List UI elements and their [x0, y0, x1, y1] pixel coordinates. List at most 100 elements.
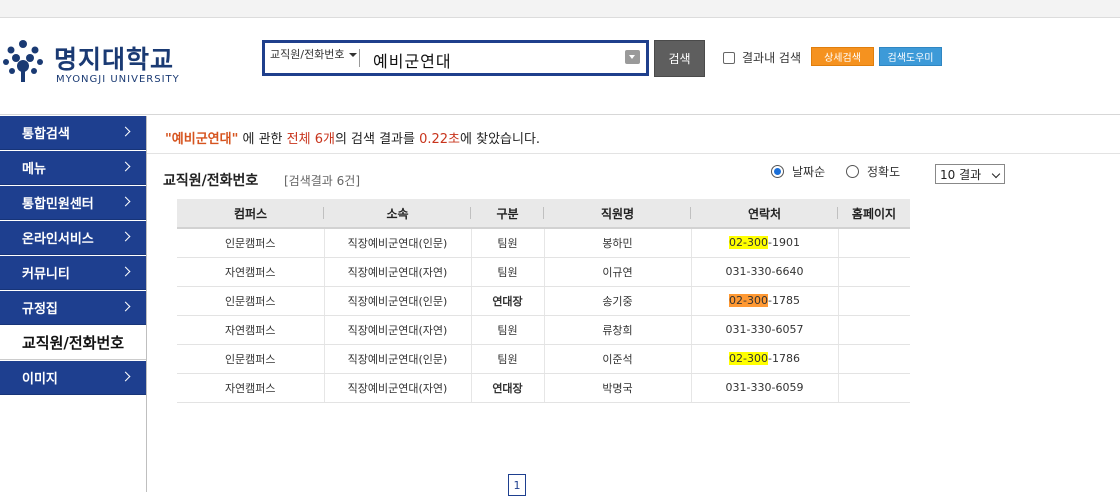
sidebar-item-staff-phone[interactable]: 교직원/전화번호	[0, 326, 146, 360]
cell-dept: 직장예비군연대(인문)	[323, 344, 471, 374]
sort-option-date[interactable]: 날짜순	[771, 163, 825, 180]
cell-dept: 직장예비군연대(자연)	[323, 257, 471, 287]
summary-time: 0.22초	[419, 132, 461, 147]
col-campus: 컴퍼스	[177, 199, 324, 229]
sidebar-item-label: 이미지	[22, 372, 58, 387]
mju-emblem-icon	[3, 40, 43, 82]
cell-role: 팀원	[470, 315, 544, 345]
cell-homepage	[837, 228, 910, 258]
page-size-select[interactable]: 10 결과	[935, 164, 1005, 184]
cell-name: 이규연	[543, 257, 691, 287]
cell-name: 송기중	[543, 286, 691, 316]
cell-phone: 02-300-1785	[690, 286, 838, 316]
sidebar-item-civil-service[interactable]: 통합민원센터	[0, 186, 146, 220]
in-results-checkbox[interactable]	[723, 51, 735, 64]
cell-homepage	[837, 373, 910, 403]
sidebar-item-integrated-search[interactable]: 통합검색	[0, 116, 146, 150]
chevron-right-icon	[120, 196, 131, 207]
cell-role: 팀원	[470, 257, 544, 287]
phone-highlight: 02-300	[729, 236, 768, 250]
table-row: 인문캠퍼스 직장예비군연대(인문) 팀원 이준석 02-300-1786	[177, 344, 910, 374]
sidebar: 통합검색 메뉴 통합민원센터 온라인서비스 커뮤니티 규정집 교직원/전화번호 …	[0, 116, 147, 492]
sidebar-item-community[interactable]: 커뮤니티	[0, 256, 146, 290]
summary-text-3: 에 찾았습니다.	[460, 132, 541, 147]
search-summary: "예비군연대" 에 관한 전체 6개의 검색 결과를 0.22초에 찾았습니다.	[165, 128, 540, 147]
col-homepage: 홈페이지	[838, 199, 910, 229]
summary-total: 전체 6개	[286, 132, 335, 147]
search-input[interactable]: 예비군연대	[373, 48, 452, 72]
cell-phone: 031-330-6640	[690, 257, 838, 287]
university-logo[interactable]: 명지대학교 MYONGJI UNIVERSITY	[0, 38, 190, 88]
table-header-row: 컴퍼스 소속 구분 직원명 연락처 홈페이지	[177, 199, 910, 229]
phone-rest: -1785	[768, 294, 800, 307]
chevron-right-icon	[120, 126, 131, 137]
chevron-right-icon	[120, 371, 131, 382]
logo-english-name: MYONGJI UNIVERSITY	[56, 74, 180, 85]
sort-accuracy-label: 정확도	[867, 165, 901, 179]
cell-name: 류창희	[543, 315, 691, 345]
cell-campus: 인문캠퍼스	[177, 344, 324, 374]
table-row: 자연캠퍼스 직장예비군연대(자연) 팀원 이규연 031-330-6640	[177, 257, 910, 287]
sidebar-item-label: 커뮤니티	[22, 267, 70, 282]
detail-search-button[interactable]: 상세검색	[811, 47, 874, 66]
cell-dept: 직장예비군연대(인문)	[323, 286, 471, 316]
summary-text-2: 의 검색 결과를	[334, 132, 420, 147]
search-button[interactable]: 검색	[654, 40, 705, 77]
section-title: 교직원/전화번호	[163, 173, 259, 189]
sort-date-radio[interactable]	[771, 165, 784, 178]
sidebar-item-regulations[interactable]: 규정집	[0, 291, 146, 325]
sidebar-item-images[interactable]: 이미지	[0, 361, 146, 395]
cell-name: 봉하민	[543, 228, 691, 258]
phone-rest: -1786	[768, 352, 800, 365]
sidebar-item-label: 교직원/전화번호	[22, 334, 125, 352]
cell-name: 이준석	[543, 344, 691, 374]
summary-text-1: 에 관한	[238, 132, 287, 147]
sidebar-item-label: 통합민원센터	[22, 197, 94, 212]
sidebar-item-menu[interactable]: 메뉴	[0, 151, 146, 185]
logo-korean-name: 명지대학교	[54, 45, 175, 74]
cell-homepage	[837, 315, 910, 345]
sidebar-item-label: 메뉴	[22, 162, 46, 177]
search-category-select[interactable]: 교직원/전화번호	[270, 48, 360, 62]
chevron-down-icon	[991, 169, 1001, 179]
search-in-results-toggle[interactable]: 결과내 검색	[723, 49, 801, 66]
sidebar-item-label: 규정집	[22, 302, 58, 317]
cell-homepage	[837, 286, 910, 316]
sort-accuracy-radio[interactable]	[846, 165, 859, 178]
page-number-current[interactable]: 1	[508, 474, 526, 496]
cell-campus: 자연캠퍼스	[177, 373, 324, 403]
col-phone: 연락처	[691, 199, 838, 229]
caret-down-icon	[348, 53, 357, 57]
phone-highlight: 02-300	[729, 352, 768, 365]
sidebar-item-label: 온라인서비스	[22, 232, 94, 247]
search-box: 교직원/전화번호 예비군연대	[262, 40, 649, 76]
cell-campus: 자연캠퍼스	[177, 315, 324, 345]
col-role: 구분	[471, 199, 544, 229]
sidebar-item-online-service[interactable]: 온라인서비스	[0, 221, 146, 255]
cell-role: 팀원	[470, 228, 544, 258]
sort-option-accuracy[interactable]: 정확도	[846, 163, 900, 180]
browser-top-strip	[0, 0, 1120, 18]
in-results-label: 결과내 검색	[742, 51, 802, 65]
sort-date-label: 날짜순	[792, 165, 826, 179]
cell-name: 박명국	[543, 373, 691, 403]
chevron-right-icon	[120, 301, 131, 312]
search-dropdown-icon[interactable]	[625, 50, 640, 64]
cell-phone: 02-300-1786	[690, 344, 838, 374]
cell-campus: 인문캠퍼스	[177, 286, 324, 316]
cell-phone: 02-300-1901	[690, 228, 838, 258]
chevron-right-icon	[120, 161, 131, 172]
summary-query: "예비군연대"	[165, 132, 239, 147]
cell-dept: 직장예비군연대(자연)	[323, 373, 471, 403]
cell-homepage	[837, 344, 910, 374]
col-dept: 소속	[324, 199, 471, 229]
search-help-button[interactable]: 검색도우미	[879, 47, 942, 66]
cell-campus: 자연캠퍼스	[177, 257, 324, 287]
results-table: 컴퍼스 소속 구분 직원명 연락처 홈페이지 인문캠퍼스 직장예비군연대(인문) 팀…	[177, 199, 910, 403]
phone-rest: -1901	[768, 236, 800, 250]
cell-role: 팀원	[470, 344, 544, 374]
cell-role: 연대장	[470, 373, 544, 403]
cell-homepage	[837, 257, 910, 287]
table-row: 자연캠퍼스 직장예비군연대(자연) 팀원 류창희 031-330-6057	[177, 315, 910, 345]
cell-dept: 직장예비군연대(인문)	[323, 228, 471, 258]
